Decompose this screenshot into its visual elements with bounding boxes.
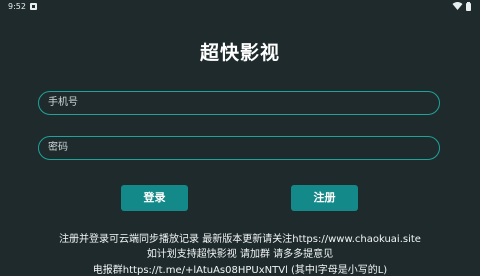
wifi-icon (452, 2, 463, 10)
notification-icon (30, 3, 37, 10)
notice-line-2: 如计划支持超快影视 请加群 请多多提意见 (146, 249, 334, 260)
status-bar: 9:52 (0, 0, 480, 14)
notice-line-1: 注册并登录可云端同步播放记录 最新版本更新请关注https://www.chao… (59, 234, 421, 245)
register-button[interactable]: 注册 (291, 185, 358, 211)
app-title: 超快影视 (199, 42, 280, 64)
status-time: 9:52 (8, 2, 26, 11)
password-input[interactable]: 密码 (38, 136, 440, 160)
notice-line-3: 电报群https://t.me/+lAtuAs08HPUxNTVl (其中l字母… (92, 265, 388, 276)
login-button[interactable]: 登录 (121, 185, 188, 211)
phone-input[interactable]: 手机号 (38, 91, 440, 115)
battery-icon (466, 2, 471, 11)
